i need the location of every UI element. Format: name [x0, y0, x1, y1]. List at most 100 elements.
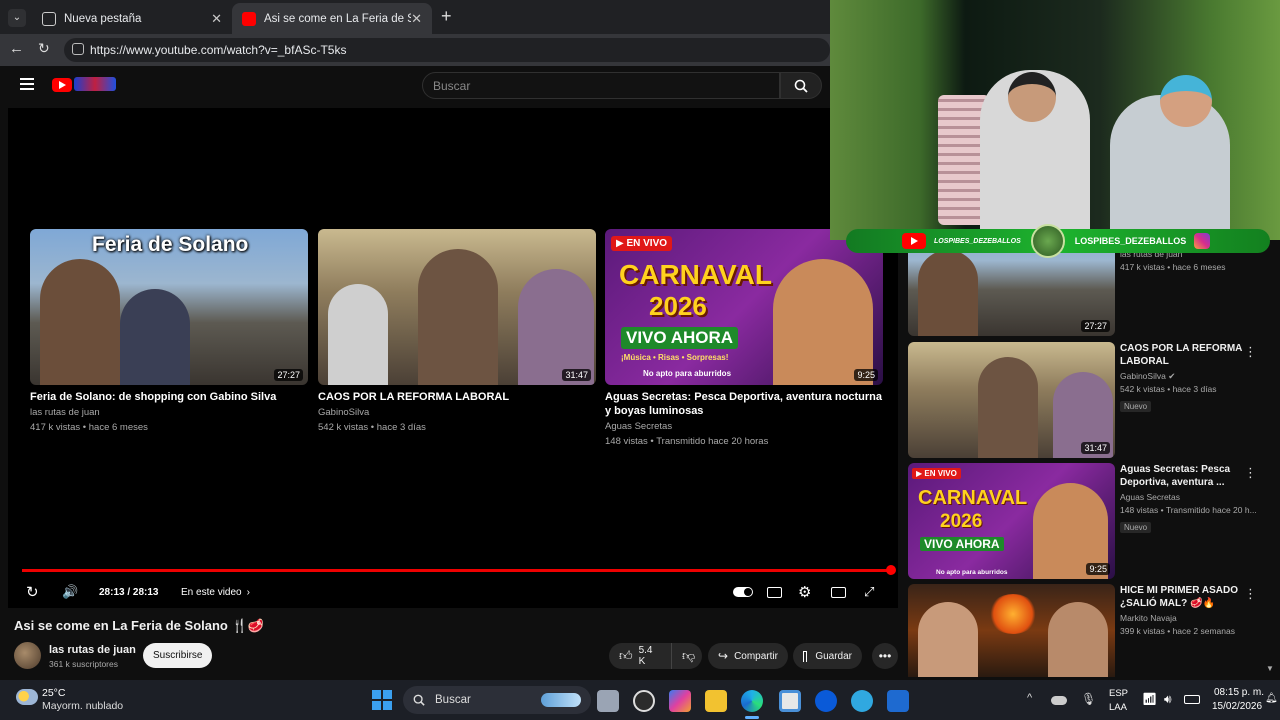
- autoplay-toggle[interactable]: [733, 582, 753, 602]
- onedrive-icon[interactable]: [1051, 696, 1067, 705]
- settings-gear-icon[interactable]: ⚙: [798, 582, 811, 602]
- end-card[interactable]: 31:47 CAOS POR LA REFORMA LABORAL Gabino…: [318, 229, 596, 434]
- related-thumbnail[interactable]: ▶ EN VIVO CARNAVAL 2026 VIVO AHORA No ap…: [908, 463, 1115, 579]
- end-card[interactable]: ▶ EN VIVO CARNAVAL 2026 VIVO AHORA ¡Músi…: [605, 229, 883, 448]
- url-field[interactable]: https://www.youtube.com/watch?v=_bfASc-T…: [64, 38, 830, 62]
- copilot-chat-icon[interactable]: [633, 690, 655, 712]
- thumbnail-person: [328, 284, 388, 385]
- tray-overflow-chevron-icon[interactable]: ^: [1027, 692, 1032, 704]
- related-thumbnail[interactable]: 31:47: [908, 342, 1115, 458]
- weather-cloud-icon[interactable]: [16, 689, 38, 705]
- edge-browser-icon[interactable]: [741, 690, 763, 712]
- site-info-icon[interactable]: [72, 43, 84, 55]
- chapter-button[interactable]: En este video ›: [181, 582, 250, 602]
- search-highlight-icon: [541, 693, 581, 707]
- channel-emblem-icon: [1030, 224, 1065, 258]
- task-view-icon[interactable]: [597, 690, 619, 712]
- copilot-icon[interactable]: [669, 690, 691, 712]
- channel-name[interactable]: las rutas de juan: [49, 644, 136, 656]
- end-card-title[interactable]: Aguas Secretas: Pesca Deportiva, aventur…: [605, 390, 883, 418]
- live-tag-text: EN VIVO: [924, 469, 957, 478]
- replay-icon[interactable]: ↻: [26, 582, 39, 602]
- clock-date[interactable]: 15/02/2026: [1212, 701, 1262, 712]
- weather-desc[interactable]: Mayorm. nublado: [42, 700, 123, 712]
- thumb-live-now: VIVO AHORA: [621, 327, 739, 349]
- end-card-channel[interactable]: Aguas Secretas: [605, 420, 883, 433]
- end-card-thumbnail[interactable]: 31:47: [318, 229, 596, 385]
- input-language-2[interactable]: LAA: [1109, 702, 1127, 713]
- duration-badge: 9:25: [1086, 563, 1110, 575]
- end-card-thumbnail[interactable]: Feria de Solano 27:27: [30, 229, 308, 385]
- miniplayer-icon[interactable]: [831, 582, 846, 602]
- back-arrow-icon[interactable]: ←: [9, 40, 24, 57]
- hp-app-icon[interactable]: [815, 690, 837, 712]
- thumb-headline: CARNAVAL: [619, 259, 772, 290]
- search-input[interactable]: Buscar: [422, 72, 780, 99]
- microsoft-store-icon[interactable]: [779, 690, 801, 712]
- clock-time[interactable]: 08:15 p. m.: [1214, 687, 1264, 698]
- live-tag: ▶ EN VIVO: [912, 468, 961, 479]
- time-display: 28:13 / 28:13: [99, 586, 159, 598]
- taskbar-search-box[interactable]: Buscar: [403, 686, 591, 714]
- verified-check-icon: ✔: [1168, 371, 1176, 381]
- search-button[interactable]: [780, 72, 822, 99]
- fullscreen-icon[interactable]: ⤢: [864, 582, 874, 602]
- thumb-year: 2026: [940, 511, 983, 532]
- more-vertical-icon[interactable]: ⋮: [1244, 465, 1257, 481]
- related-channel[interactable]: Markito Navaja: [1120, 612, 1260, 625]
- related-title[interactable]: CAOS POR LA REFORMA LABORAL: [1120, 342, 1260, 368]
- duration-badge: 31:47: [1081, 442, 1110, 454]
- volume-tray-icon[interactable]: 🔊︎: [1164, 692, 1172, 707]
- battery-icon[interactable]: [1184, 695, 1200, 704]
- end-card-channel[interactable]: las rutas de juan: [30, 406, 308, 419]
- more-actions-button[interactable]: •••: [872, 643, 898, 669]
- related-channel[interactable]: Aguas Secretas: [1120, 491, 1260, 504]
- related-title[interactable]: Aguas Secretas: Pesca Deportiva, aventur…: [1120, 463, 1260, 489]
- end-card-stats: 417 k vistas • hace 6 meses: [30, 422, 148, 433]
- tab-youtube-video[interactable]: Asi se come en La Feria de Solano ✕: [232, 3, 432, 34]
- menu-hamburger-icon[interactable]: [20, 78, 34, 90]
- end-card-channel[interactable]: GabinoSilva: [318, 406, 596, 419]
- save-button[interactable]: Guardar: [793, 643, 862, 669]
- windows-start-icon[interactable]: [372, 690, 392, 710]
- more-vertical-icon[interactable]: ⋮: [1244, 586, 1257, 602]
- end-card-title[interactable]: CAOS POR LA REFORMA LABORAL: [318, 390, 596, 404]
- sidebar-scroll-arrow-icon[interactable]: ▼: [1266, 664, 1274, 673]
- close-tab-icon[interactable]: ✕: [411, 11, 422, 27]
- tab-new-tab[interactable]: Nueva pestaña ✕: [32, 3, 232, 34]
- scrubber-handle[interactable]: [886, 565, 896, 575]
- like-button[interactable]: 👍︎ 5.4 K: [609, 643, 671, 669]
- weather-temp[interactable]: 25°C: [42, 687, 65, 699]
- new-tab-button[interactable]: +: [441, 6, 452, 27]
- share-button[interactable]: ↪ Compartir: [708, 643, 788, 669]
- related-channel[interactable]: GabinoSilva ✔: [1120, 370, 1260, 383]
- tab-title: Asi se come en La Feria de Solano: [264, 12, 412, 25]
- volume-icon[interactable]: 🔊: [62, 582, 78, 602]
- progress-bar[interactable]: [22, 569, 890, 572]
- outlook-icon[interactable]: [887, 690, 909, 712]
- phone-link-icon[interactable]: [851, 690, 873, 712]
- youtube-logo[interactable]: [52, 78, 72, 92]
- subscribe-button[interactable]: Suscribirse: [143, 643, 213, 668]
- close-tab-icon[interactable]: ✕: [211, 11, 222, 27]
- dislike-button[interactable]: 👎︎: [671, 643, 702, 669]
- wifi-icon[interactable]: 📶︎: [1142, 692, 1157, 706]
- related-title[interactable]: HICE MI PRIMER ASADO ¿SALIÓ MAL? 🥩🔥: [1120, 584, 1260, 610]
- end-card-thumbnail[interactable]: ▶ EN VIVO CARNAVAL 2026 VIVO AHORA ¡Músi…: [605, 229, 883, 385]
- more-vertical-icon[interactable]: ⋮: [1244, 344, 1257, 360]
- end-card[interactable]: Feria de Solano 27:27 Feria de Solano: d…: [30, 229, 308, 434]
- reload-icon[interactable]: ↻: [38, 40, 50, 57]
- input-language-1[interactable]: ESP: [1109, 688, 1128, 699]
- subtitles-icon[interactable]: [767, 582, 782, 602]
- microphone-icon[interactable]: 🎙︎: [1081, 692, 1096, 706]
- channel-avatar[interactable]: [14, 642, 41, 669]
- file-explorer-icon[interactable]: [705, 690, 727, 712]
- end-card-title[interactable]: Feria de Solano: de shopping con Gabino …: [30, 390, 308, 404]
- video-player[interactable]: Feria de Solano 27:27 Feria de Solano: d…: [8, 108, 898, 608]
- related-thumbnail[interactable]: [908, 584, 1115, 677]
- notification-bell-icon[interactable]: 🔔︎: [1265, 693, 1278, 704]
- new-tab-icon: [42, 11, 56, 26]
- tab-list-dropdown-icon[interactable]: ⌄: [8, 9, 26, 27]
- active-app-indicator: [745, 716, 759, 719]
- instagram-icon: [1194, 233, 1211, 249]
